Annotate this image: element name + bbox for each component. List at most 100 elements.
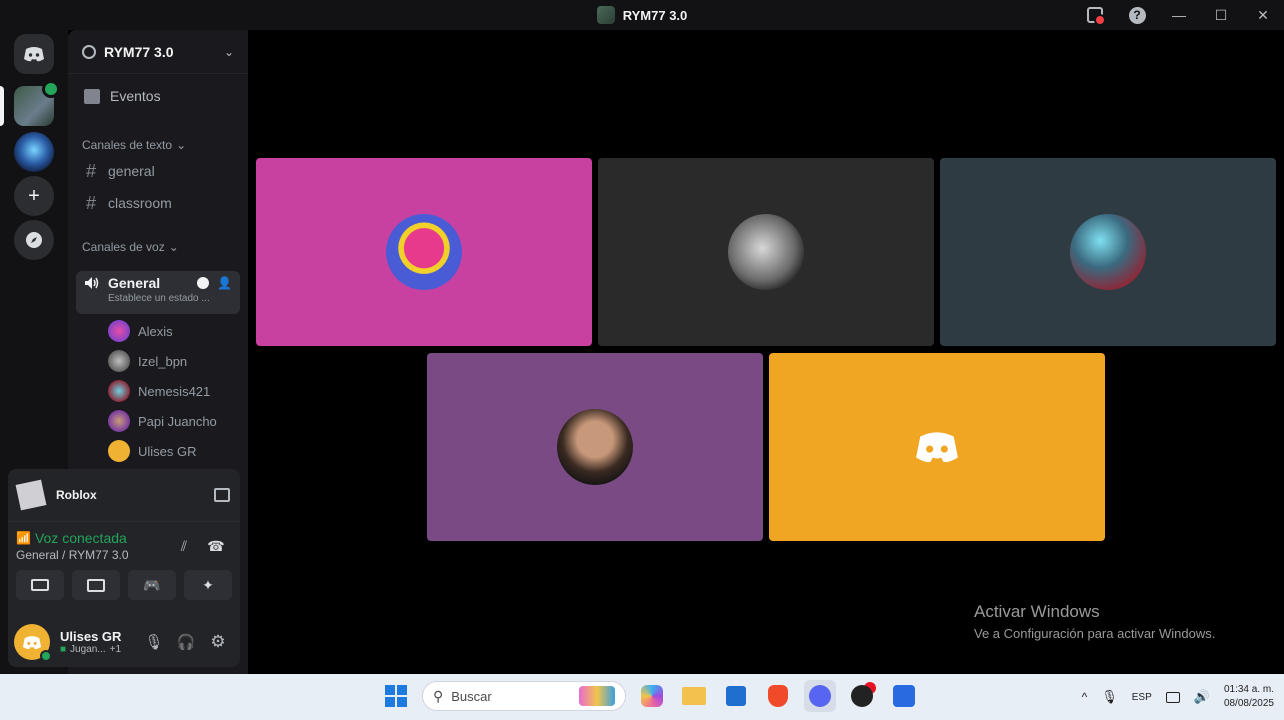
share-screen-button[interactable] <box>72 570 120 600</box>
maximize-button[interactable]: ☐ <box>1200 0 1242 30</box>
voice-user[interactable]: Nemesis421 <box>108 379 210 403</box>
brave-icon <box>768 685 788 707</box>
camera-off-icon <box>31 579 49 591</box>
discord-icon <box>22 635 42 649</box>
chevron-down-icon: ⌄ <box>168 240 179 254</box>
avatar <box>386 214 462 290</box>
voice-user[interactable]: Alexis <box>108 319 173 343</box>
voice-user-name: Ulises GR <box>138 443 197 459</box>
gear-icon: ⚙ <box>210 632 226 651</box>
voice-connected[interactable]: 📶 Voz conectada <box>16 530 168 546</box>
add-server-button[interactable]: + <box>14 176 54 216</box>
voice-channel-general[interactable]: General 👤 Establece un estado ... <box>76 271 240 314</box>
voice-category[interactable]: Canales de voz ⌄ <box>68 240 248 254</box>
speaker-icon <box>42 80 60 98</box>
folder-icon <box>682 687 706 705</box>
deafen-button[interactable]: 🎧 <box>170 626 202 658</box>
signal-icon: 📶 <box>16 531 31 545</box>
minimize-icon: — <box>1172 7 1186 23</box>
discord-icon <box>24 47 44 62</box>
mute-button[interactable]: 🎙 <box>138 626 170 658</box>
channel-classroom[interactable]: # classroom <box>68 188 248 218</box>
activity-label: Roblox <box>56 488 97 502</box>
copilot-app[interactable] <box>636 680 668 712</box>
chevron-up-icon[interactable]: ^ <box>1082 690 1088 704</box>
inbox-icon <box>1087 7 1106 26</box>
clock[interactable]: 01:34 a. m. 08/08/2025 <box>1224 683 1274 711</box>
discord-icon <box>809 685 831 707</box>
help-icon: ? <box>1128 6 1146 24</box>
system-tray: ^ 🎙 ESP 🔊 01:34 a. m. 08/08/2025 <box>1082 674 1274 720</box>
soundboard-icon: ✦ <box>202 576 214 593</box>
server-2[interactable] <box>14 132 54 172</box>
user-bar: Ulises GR ■ Jugan... +1 🎙 🎧 ⚙ <box>8 617 240 667</box>
participant-tile[interactable] <box>769 353 1105 541</box>
inbox-button[interactable] <box>1074 0 1116 30</box>
roblox-icon <box>15 479 47 511</box>
copilot-icon <box>641 685 663 707</box>
calendar-icon <box>84 88 100 104</box>
participant-tile[interactable] <box>427 353 763 541</box>
home-button[interactable] <box>14 34 54 74</box>
participant-tile[interactable] <box>598 158 934 346</box>
chevron-down-icon: ⌄ <box>176 138 187 152</box>
network-icon[interactable] <box>1165 691 1180 703</box>
server-rym77[interactable] <box>14 80 60 126</box>
screen-share-icon <box>87 578 105 592</box>
server-name: RYM77 3.0 <box>104 43 174 60</box>
maximize-icon: ☐ <box>1214 6 1228 23</box>
file-explorer-app[interactable] <box>678 680 710 712</box>
settings-button[interactable]: ⚙ <box>202 626 234 658</box>
camera-button[interactable] <box>16 570 64 600</box>
discord-app[interactable] <box>804 680 836 712</box>
obs-app[interactable] <box>846 680 878 712</box>
voice-user-name: Papi Juancho <box>138 413 217 429</box>
channel-general[interactable]: # general <box>68 156 248 186</box>
voice-channel-status[interactable]: Establece un estado ... <box>108 293 232 304</box>
hash-icon: # <box>85 192 96 213</box>
user-name: Ulises GR <box>60 629 122 644</box>
store-app[interactable] <box>720 680 752 712</box>
avatar <box>1070 214 1146 290</box>
voice-channel-name: General <box>108 275 161 291</box>
soundboard-button[interactable]: ✦ <box>184 570 232 600</box>
taskbar-search[interactable]: ⚲ Buscar <box>422 681 626 711</box>
voice-actions: 🎮 ✦ <box>8 562 240 600</box>
explore-button[interactable] <box>14 220 54 260</box>
roblox-app[interactable] <box>888 680 920 712</box>
microphone-icon[interactable]: 🎙 <box>1101 689 1118 705</box>
text-category[interactable]: Canales de texto ⌄ <box>68 138 248 152</box>
close-button[interactable]: ✕ <box>1242 0 1284 30</box>
noise-suppression-button[interactable]: ⫽ <box>168 530 200 562</box>
minimize-button[interactable]: — <box>1158 0 1200 30</box>
hangup-icon: ☎ <box>207 537 225 554</box>
participant-tile[interactable] <box>940 158 1276 346</box>
help-button[interactable]: ? <box>1116 0 1158 30</box>
participant-tile[interactable] <box>256 158 592 346</box>
brave-app[interactable] <box>762 680 794 712</box>
start-button[interactable] <box>380 680 412 712</box>
voice-user[interactable]: Izel_bpn <box>108 349 187 373</box>
voice-connected-label: Voz conectada <box>34 530 127 546</box>
avatar[interactable] <box>14 624 52 662</box>
voice-user-name: Izel_bpn <box>138 353 188 369</box>
gamepad-icon: 🎮 <box>143 576 161 593</box>
volume-icon[interactable]: 🔊 <box>1194 689 1210 705</box>
search-placeholder: Buscar <box>451 688 492 704</box>
voice-location[interactable]: General / RYM77 3.0 <box>16 548 168 562</box>
user-status: ■ Jugan... +1 <box>60 644 138 655</box>
events-item[interactable]: Eventos <box>68 74 248 104</box>
chat-icon[interactable] <box>197 277 210 289</box>
language-indicator[interactable]: ESP <box>1132 692 1152 703</box>
invite-icon[interactable]: 👤 <box>217 276 232 290</box>
voice-user[interactable]: Papi Juancho <box>108 409 217 433</box>
server-header[interactable]: RYM77 3.0 ⌄ <box>68 30 248 74</box>
windows-taskbar: ⚲ Buscar ^ 🎙 ESP 🔊 01:34 a. m. 08/08/202… <box>0 674 1284 720</box>
voice-user[interactable]: Ulises GR <box>108 439 197 463</box>
activities-button[interactable]: 🎮 <box>128 570 176 600</box>
selected-server-indicator <box>0 86 4 126</box>
channel-label: classroom <box>108 195 172 211</box>
clock-date: 08/08/2025 <box>1223 698 1274 709</box>
disconnect-button[interactable]: ☎ <box>200 530 232 562</box>
screen-share-icon[interactable] <box>214 488 230 502</box>
